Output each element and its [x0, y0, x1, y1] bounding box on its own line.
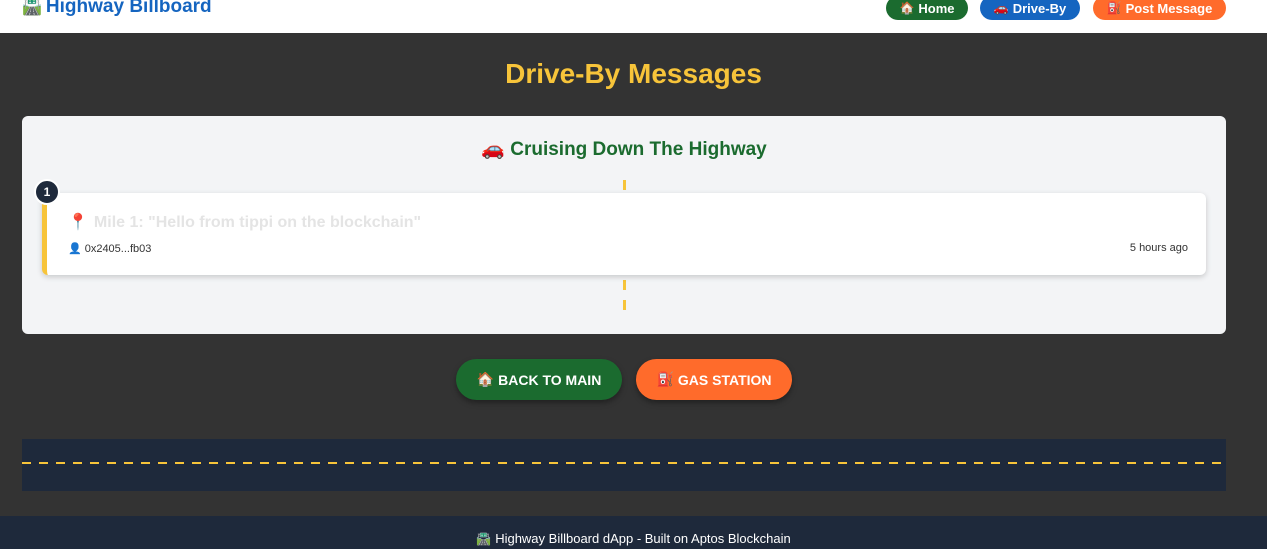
footer: 🛣️ Highway Billboard dApp - Built on Apto… [0, 516, 1267, 549]
top-navigation-bar: 🛣️ Highway Billboard 🏠 Home 🚗 Drive-By ⛽ Pos… [0, 0, 1267, 33]
nav-home-button[interactable]: 🏠 Home [886, 0, 968, 20]
fuel-pump-icon: ⛽ [656, 371, 674, 387]
message-author: 👤 0x2405...fb03 [68, 242, 151, 255]
highway-icon: 🛣️ [22, 0, 42, 16]
nav-home-label: Home [918, 0, 955, 16]
message-number-badge: 1 [34, 179, 60, 205]
page-title: Drive-By Messages [505, 58, 762, 89]
author-address: 0x2405...fb03 [84, 243, 152, 255]
brand-logo[interactable]: 🛣️ Highway Billboard [22, 0, 212, 18]
car-icon: 🚗 [481, 139, 505, 160]
message-text: 📍 Mile 1: "Hello from tippi on the blockc… [68, 212, 421, 232]
user-icon: 👤 [68, 243, 82, 255]
nav-drive-by-button[interactable]: 🚗 Drive-By [980, 0, 1080, 20]
house-icon: 🏠 [476, 371, 495, 387]
message-timestamp: 5 hours ago [1129, 242, 1188, 254]
house-icon: 🏠 [899, 1, 915, 15]
nav-post-message-button[interactable]: ⛽ Post Message [1093, 0, 1226, 20]
highway-card: 🚗 Cruising Down The Highway 📍 Mile 1: "He… [22, 116, 1226, 334]
back-to-main-label: BACK TO MAIN [498, 371, 602, 388]
nav-drive-by-label: Drive-By [1012, 0, 1067, 16]
highway-card-title: 🚗 Cruising Down The Highway [22, 137, 1226, 161]
gas-station-label: GAS STATION [677, 371, 772, 388]
gas-station-button[interactable]: ⛽ GAS STATION [636, 359, 792, 400]
message-content: Mile 1: "Hello from tippi on the blockch… [93, 214, 422, 231]
road-lane-line [22, 462, 1226, 464]
fuel-pump-icon: ⛽ [1106, 1, 1122, 15]
map-pin-icon: 📍 [68, 214, 88, 231]
road-decoration [22, 439, 1226, 491]
footer-text: 🛣️ Highway Billboard dApp - Built on Apto… [0, 531, 1267, 546]
message-card[interactable]: 📍 Mile 1: "Hello from tippi on the blockc… [42, 193, 1206, 275]
back-to-main-button[interactable]: 🏠 BACK TO MAIN [456, 359, 622, 400]
highway-card-title-text: Cruising Down The Highway [510, 139, 767, 160]
brand-title: Highway Billboard [45, 0, 212, 17]
nav-post-message-label: Post Message [1125, 0, 1213, 16]
footer-caption: Highway Billboard dApp - Built on Aptos … [495, 531, 791, 546]
highway-icon: 🛣️ [476, 532, 492, 546]
car-icon: 🚗 [993, 1, 1009, 15]
